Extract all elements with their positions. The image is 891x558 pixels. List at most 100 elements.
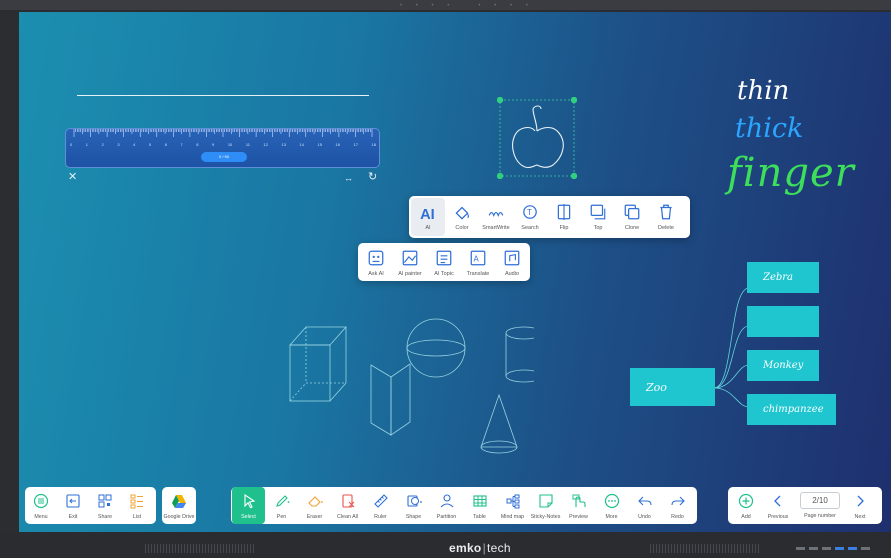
page-number-label: Page number — [804, 513, 836, 519]
trash-icon — [660, 204, 672, 220]
mindmap-node-zebra[interactable]: Zebra — [747, 262, 819, 293]
redo-tool-button[interactable]: Redo — [661, 487, 694, 524]
more-icon — [604, 493, 619, 509]
pen-tool-button[interactable]: Pen — [265, 487, 298, 524]
mind-map-icon — [506, 494, 519, 509]
drawn-line[interactable] — [77, 95, 369, 96]
toolbar-pages: Add Previous 2/10 Page number Next — [728, 487, 882, 524]
ruler-icon — [373, 494, 388, 508]
menu-item-label: AI — [425, 225, 431, 231]
ruler-angle-pill[interactable]: 0 / 90 — [201, 152, 247, 162]
ai-item-audio[interactable]: Audio — [495, 244, 529, 282]
page-number-control[interactable]: 2/10 Page number — [796, 487, 844, 524]
menu-item-ai[interactable]: AI AI — [411, 198, 445, 236]
ai-submenu: Ask AI AI painter AI Topic A Translate Audio — [358, 243, 530, 281]
mind-map-tool-button[interactable]: Mind map — [496, 487, 529, 524]
toolbar-left: Menu Exit Share List — [25, 487, 156, 524]
ruler-number: 5 — [148, 142, 152, 147]
partition-icon — [440, 494, 453, 508]
preview-tool-button[interactable]: Preview — [562, 487, 595, 524]
svg-text:AI: AI — [420, 207, 435, 221]
bezel-top: • • • • • • • • — [0, 0, 891, 10]
ruler-number: 8 — [196, 142, 199, 147]
pen-icon — [275, 495, 289, 507]
toolbar-label: Clean All — [337, 514, 358, 520]
sticky-notes-tool-button[interactable]: Sticky-Notes — [529, 487, 562, 524]
ruler-tool-button[interactable]: Ruler — [364, 487, 397, 524]
geometric-shapes[interactable] — [284, 312, 534, 472]
eraser-tool-button[interactable]: Eraser — [298, 487, 331, 524]
menu-item-label: Search — [521, 225, 539, 231]
menu-item-smartwrite[interactable]: SmartWrite — [479, 198, 513, 236]
translate-icon: A — [470, 250, 486, 266]
previous-page-button[interactable]: Previous — [760, 487, 796, 524]
ai-item-label: Audio — [504, 271, 520, 277]
ai-item-label: AI painter — [398, 271, 422, 277]
ruler-number: 3 — [117, 142, 120, 147]
ai-item-ai-topic[interactable]: AI Topic — [427, 244, 461, 282]
apple-drawing-selection[interactable] — [497, 97, 577, 179]
menu-button[interactable]: Menu — [25, 487, 57, 524]
resize-arrows-icon[interactable]: ↔ — [344, 173, 353, 184]
preview-icon — [572, 494, 586, 507]
undo-tool-button[interactable]: Undo — [628, 487, 661, 524]
handwriting-finger[interactable]: finger — [727, 150, 855, 196]
rotate-icon[interactable]: ↻ — [368, 172, 377, 183]
ai-item-ai-painter[interactable]: AI painter — [393, 244, 427, 282]
ruler-tool[interactable]: 0 1 2 3 4 5 6 7 8 9 10 11 12 13 14 15 16 17 18 0 / 90 — [65, 128, 380, 168]
menu-item-top[interactable]: Top — [581, 198, 615, 236]
mindmap-node-monkey[interactable]: Monkey — [747, 350, 819, 381]
whiteboard-canvas[interactable]: 0 1 2 3 4 5 6 7 8 9 10 11 12 13 14 15 16 17 18 0 / 90 ✕ ↔ … — [19, 12, 891, 532]
toolbar-label: Table — [473, 514, 486, 520]
menu-item-clone[interactable]: Clone — [615, 198, 649, 236]
mindmap-node-empty[interactable] — [747, 306, 819, 337]
toolbar-label: Shape — [405, 514, 422, 520]
next-label: Next — [854, 514, 866, 520]
menu-item-delete[interactable]: Delete — [649, 198, 683, 236]
ai-item-translate[interactable]: A Translate — [461, 244, 495, 282]
clean-all-tool-button[interactable]: Clean All — [331, 487, 364, 524]
shape-tool-button[interactable]: Shape — [397, 487, 430, 524]
paint-bucket-icon — [455, 206, 470, 220]
select-cursor-icon — [243, 493, 255, 509]
search-icon: T — [523, 205, 537, 219]
menu-icon — [33, 493, 49, 509]
audio-icon — [504, 250, 520, 266]
table-tool-button[interactable]: Table — [463, 487, 496, 524]
list-button[interactable]: List — [121, 487, 153, 524]
share-button[interactable]: Share — [89, 487, 121, 524]
toolbar-label: Sticky-Notes — [530, 514, 561, 520]
google-drive-panel: Google Drive — [162, 487, 196, 524]
handwriting-thin[interactable]: thin — [737, 76, 789, 106]
close-icon[interactable]: ✕ — [68, 172, 77, 183]
toolbar-label: More — [605, 514, 618, 520]
menu-item-label: Flip — [559, 225, 569, 231]
google-drive-button[interactable]: Google Drive — [164, 487, 194, 524]
menu-item-search[interactable]: T Search — [513, 198, 547, 236]
partition-tool-button[interactable]: Partition — [430, 487, 463, 524]
select-tool-button[interactable]: Select — [232, 487, 265, 524]
toolbar-label: Select — [241, 514, 256, 520]
add-label: Add — [741, 514, 751, 520]
exit-button[interactable]: Exit — [57, 487, 89, 524]
add-circle-icon — [738, 493, 754, 509]
toolbar-label: Undo — [638, 514, 651, 520]
handwriting-thick[interactable]: thick — [735, 113, 803, 144]
toolbar-label: Eraser — [306, 514, 323, 520]
ruler-ticks — [73, 129, 373, 137]
ruler-number: 11 — [245, 142, 250, 147]
toolbar-label: Mind map — [500, 514, 525, 520]
mindmap-root-node[interactable]: Zoo — [630, 368, 715, 406]
menu-item-label: Delete — [658, 225, 674, 231]
page-number-display[interactable]: 2/10 — [800, 492, 840, 509]
menu-item-flip[interactable]: Flip — [547, 198, 581, 236]
mindmap-node-chimpanzee[interactable]: chimpanzee — [747, 394, 836, 425]
ai-item-ask-ai[interactable]: Ask AI — [359, 244, 393, 282]
more-tool-button[interactable]: More — [595, 487, 628, 524]
ruler-number: 4 — [133, 142, 136, 147]
menu-item-color[interactable]: Color — [445, 198, 479, 236]
toolbar-label: Redo — [671, 514, 684, 520]
add-page-button[interactable]: Add — [732, 487, 760, 524]
ai-item-label: Translate — [466, 271, 490, 277]
next-page-button[interactable]: Next — [844, 487, 876, 524]
